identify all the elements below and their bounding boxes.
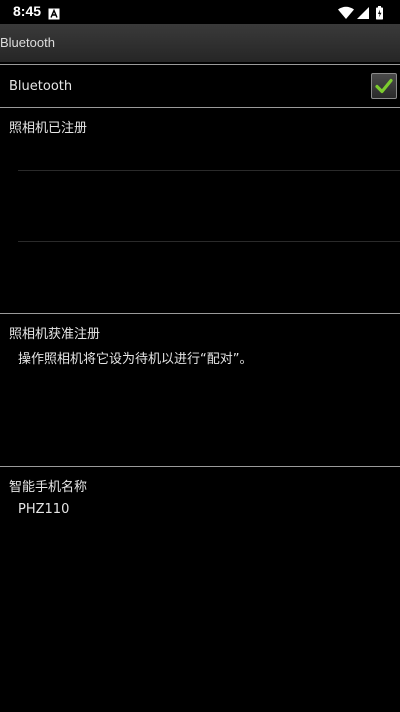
bluetooth-setting-row[interactable]: Bluetooth	[0, 65, 400, 107]
phone-name-section[interactable]: 智能手机名称 PHZ110	[0, 467, 400, 712]
registered-cameras-section: 照相机已注册	[0, 108, 400, 313]
bluetooth-label: Bluetooth	[9, 79, 73, 94]
battery-icon	[376, 6, 383, 20]
phone-name-title: 智能手机名称	[9, 480, 88, 495]
pairing-title: 照相机获准注册	[9, 327, 101, 342]
phone-name-value: PHZ110	[18, 502, 70, 517]
list-divider	[18, 170, 400, 171]
a-icon	[48, 5, 60, 20]
status-time: 8:45	[13, 3, 42, 19]
list-divider	[18, 241, 400, 242]
wifi-icon	[338, 6, 354, 19]
pairing-section[interactable]: 照相机获准注册 操作照相机将它设为待机以进行“配对”。	[0, 314, 400, 466]
action-bar: Bluetooth	[0, 24, 400, 62]
page-title: Bluetooth	[0, 35, 55, 50]
checkmark-icon	[375, 78, 393, 94]
status-icons	[338, 5, 390, 20]
bluetooth-checkbox[interactable]	[371, 73, 397, 99]
status-bar: 8:45	[0, 0, 400, 24]
signal-icon	[357, 7, 369, 19]
registered-cameras-title: 照相机已注册	[9, 121, 88, 136]
pairing-description: 操作照相机将它设为待机以进行“配对”。	[18, 352, 253, 367]
